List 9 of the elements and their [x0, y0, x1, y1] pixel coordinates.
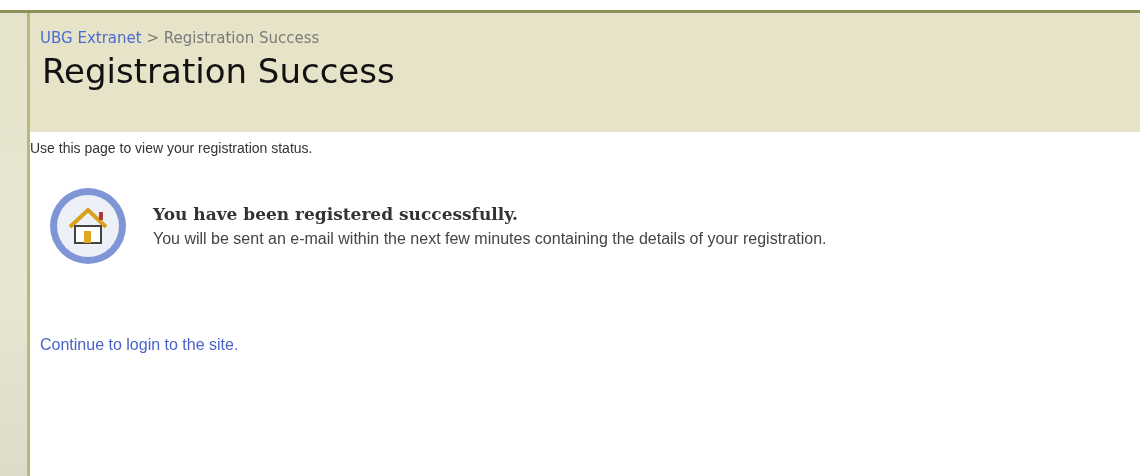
page-title: Registration Success: [42, 51, 396, 91]
intro-text: Use this page to view your registration status.: [30, 139, 314, 156]
breadcrumb-link[interactable]: UBG Extranet: [40, 29, 142, 47]
breadcrumb-current: Registration Success: [163, 29, 320, 47]
house-icon: [47, 185, 129, 267]
breadcrumb-separator: >: [146, 29, 159, 47]
login-link[interactable]: Continue to login to the site.: [40, 336, 239, 354]
success-detail: You will be sent an e-mail within the next few minutes containing the details of your registration.: [153, 230, 827, 248]
success-heading: You have been registered successfully.: [153, 204, 520, 224]
